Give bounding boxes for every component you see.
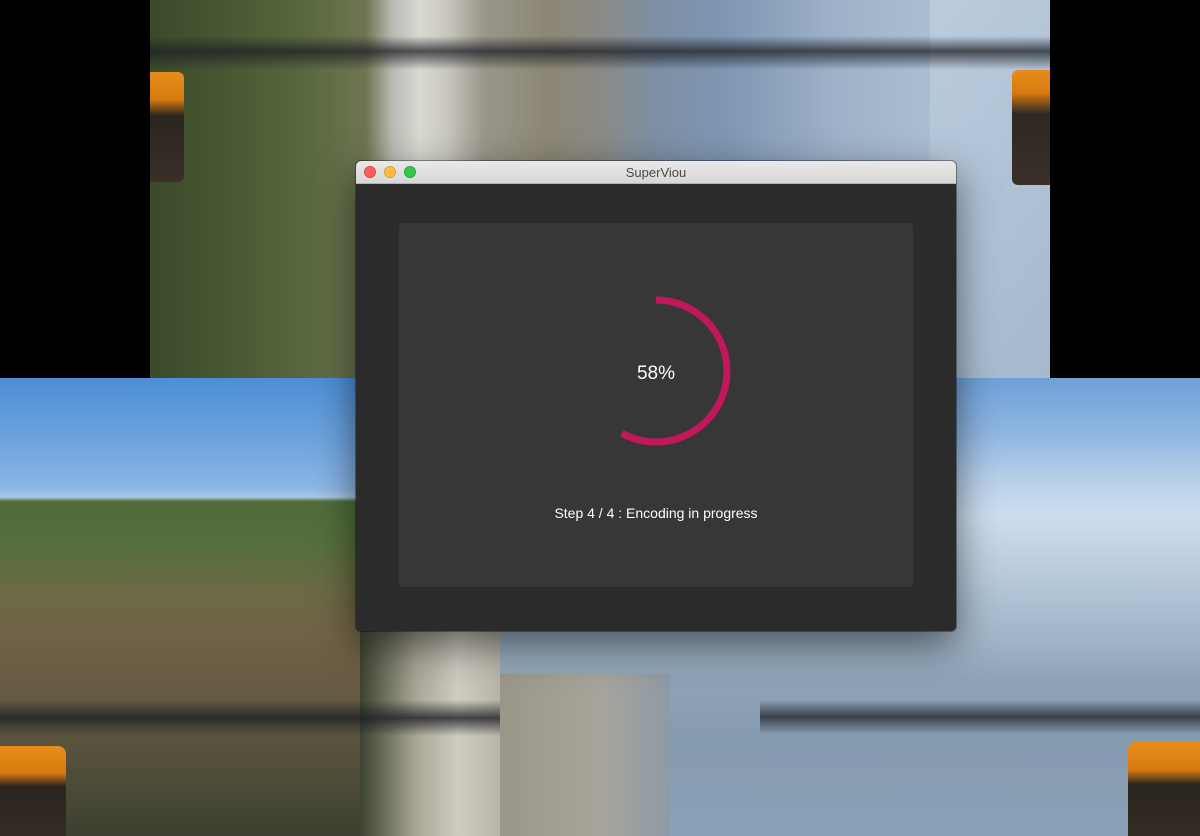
status-text: Step 4 / 4 : Encoding in progress (554, 505, 758, 521)
propeller-blur (0, 700, 500, 736)
drone-motor-left (150, 72, 184, 182)
title-bar[interactable]: SuperViou (356, 161, 956, 184)
drone-motor (1128, 742, 1200, 836)
propeller-blur (760, 700, 1200, 734)
beach (500, 674, 670, 836)
progress-percent: 58% (636, 363, 676, 384)
propeller-blur (150, 36, 1050, 70)
drone-motor-right (1012, 70, 1050, 185)
app-window: SuperViou 58% Step 4 / 4 : Encoding in p… (356, 161, 956, 631)
drone-motor (0, 746, 66, 836)
desktop: SuperViou 58% Step 4 / 4 : Encoding in p… (0, 0, 1200, 836)
window-title: SuperViou (625, 165, 687, 180)
progress-panel: 58% Step 4 / 4 : Encoding in progress (399, 223, 913, 587)
